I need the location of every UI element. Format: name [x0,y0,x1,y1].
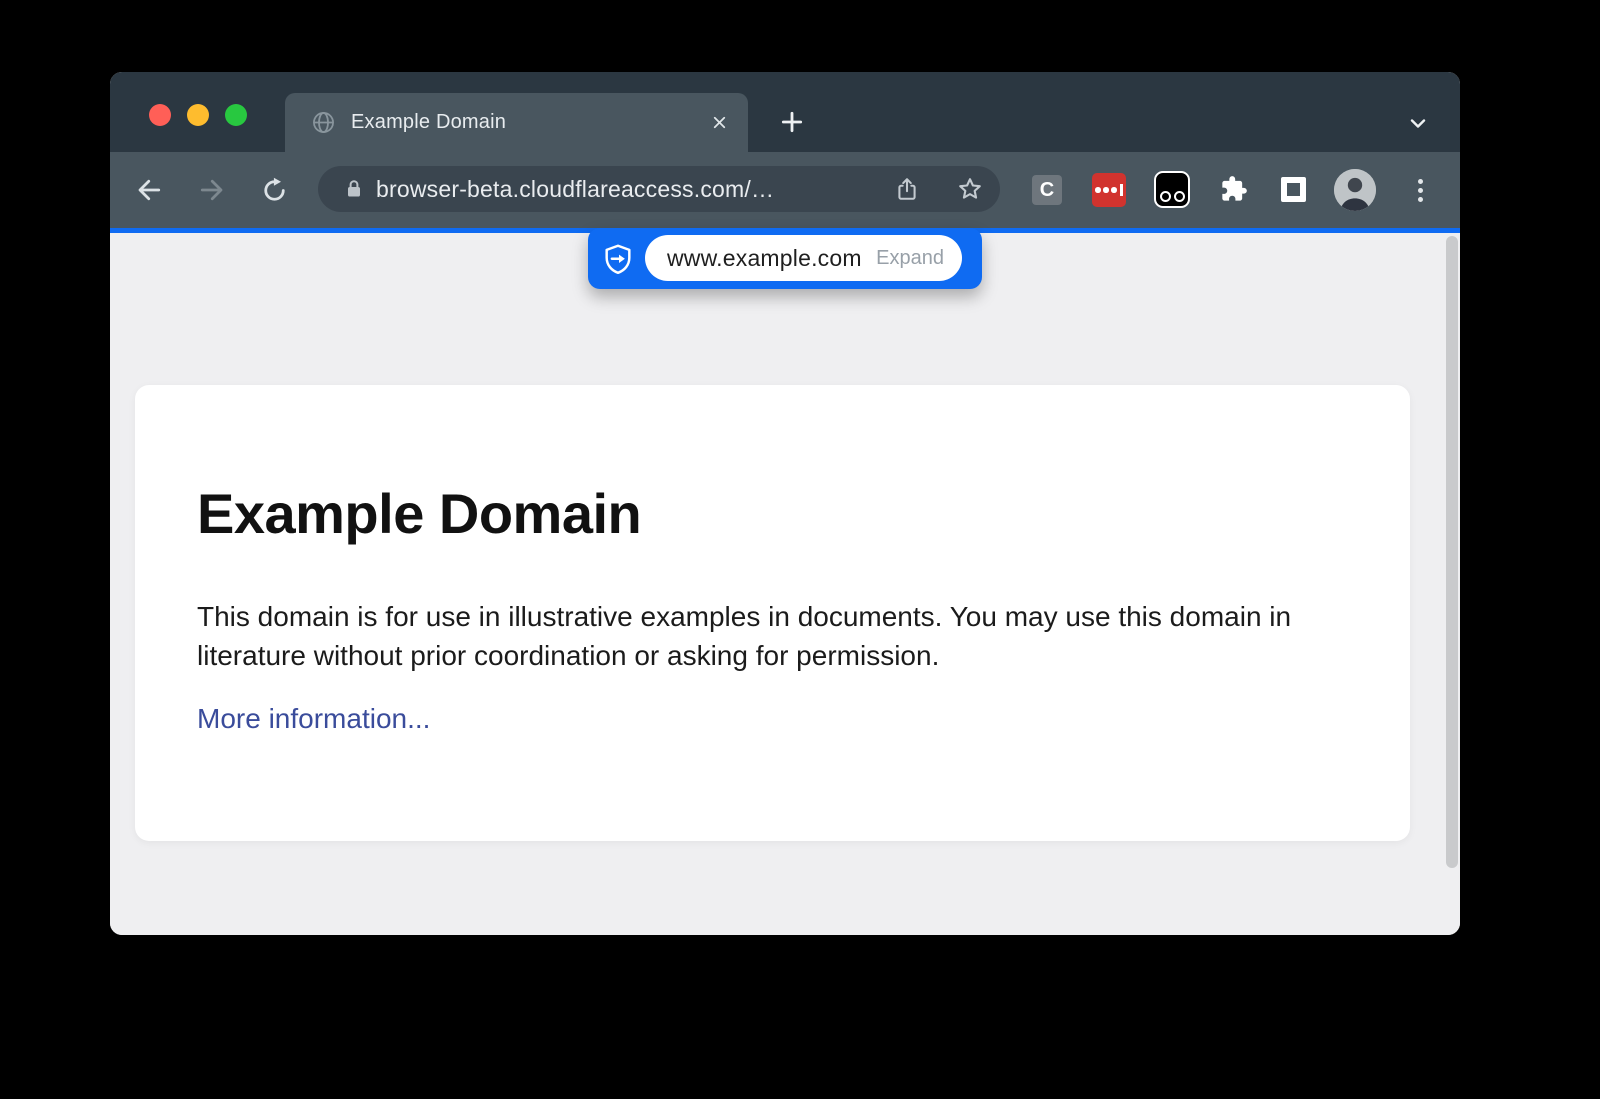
lock-icon[interactable] [342,177,366,201]
browser-tab[interactable]: Example Domain [285,93,748,152]
extension-c-icon[interactable]: C [1032,175,1062,205]
browser-toolbar: browser-beta.cloudflareaccess.com/… C [110,152,1460,228]
isolation-domain-field: www.example.com Expand [645,235,962,281]
page-title: Example Domain [197,481,641,546]
profile-avatar[interactable] [1334,169,1376,211]
new-tab-button[interactable] [778,108,806,136]
globe-favicon-icon [310,109,337,136]
zoom-window-button[interactable] [225,104,247,126]
vertical-scrollbar[interactable] [1446,236,1458,868]
tab-title: Example Domain [351,111,708,134]
reload-button[interactable] [258,174,290,206]
bookmark-star-icon[interactable] [956,175,984,203]
back-button[interactable] [134,174,166,206]
extensions-puzzle-icon[interactable] [1220,175,1248,203]
shield-arrow-icon [603,244,633,276]
isolated-domain-text: www.example.com [667,245,876,272]
browser-window: Example Domain [110,72,1460,935]
extension-goggles-icon[interactable] [1154,171,1190,208]
window-controls [149,104,247,126]
isolation-domain-pill[interactable]: www.example.com Expand [588,228,982,289]
page-viewport: www.example.com Expand Example Domain Th… [110,233,1460,935]
close-tab-icon[interactable] [708,112,730,134]
close-window-button[interactable] [149,104,171,126]
page-body-text: This domain is for use in illustrative e… [197,597,1352,675]
browser-menu-icon[interactable] [1412,175,1428,205]
tab-search-chevron-icon[interactable] [1404,109,1432,137]
share-icon[interactable] [894,175,920,203]
extension-window-icon[interactable] [1281,177,1306,202]
desktop-background: Example Domain [0,0,1600,1099]
tab-strip: Example Domain [110,72,1460,152]
expand-button[interactable]: Expand [876,247,944,270]
forward-button[interactable] [195,174,227,206]
content-card: Example Domain This domain is for use in… [135,385,1410,841]
extension-password-manager-icon[interactable] [1092,173,1126,207]
more-information-link[interactable]: More information... [197,703,430,735]
minimize-window-button[interactable] [187,104,209,126]
address-bar[interactable]: browser-beta.cloudflareaccess.com/… [318,166,1000,212]
url-text: browser-beta.cloudflareaccess.com/… [376,176,894,203]
